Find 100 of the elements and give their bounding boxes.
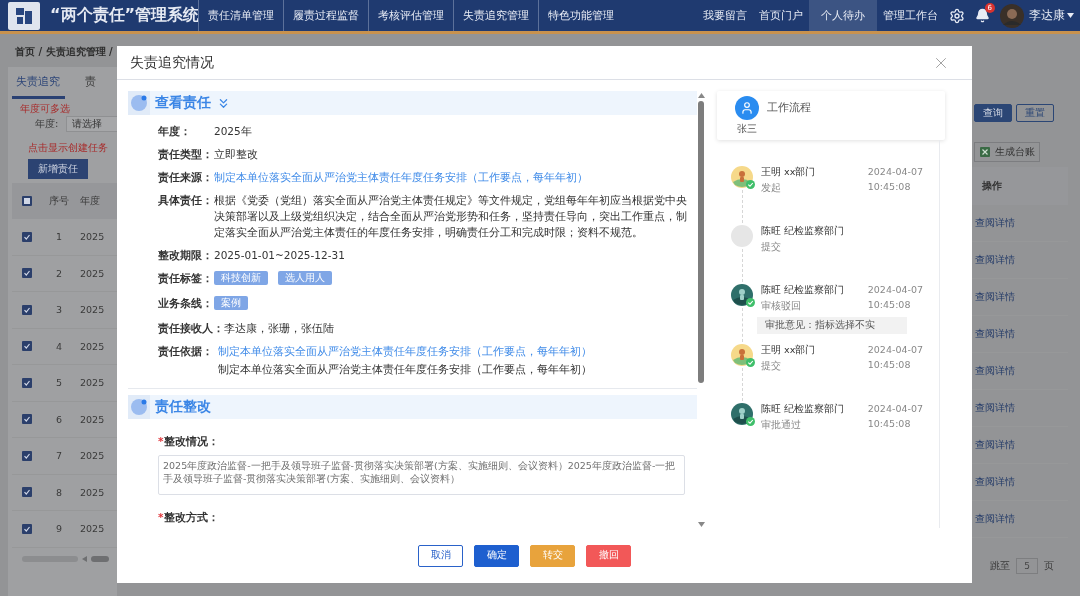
scroll-down-arrow-icon[interactable]	[697, 522, 705, 527]
step-action: 提交	[761, 241, 782, 254]
field-label: 整改期限：	[158, 248, 214, 263]
row-checkbox[interactable]	[22, 231, 32, 242]
user-menu[interactable]: 李达康	[1029, 0, 1080, 31]
nav-link[interactable]: 管理工作台	[877, 0, 944, 31]
nav-link[interactable]: 我要留言	[697, 0, 753, 31]
step-action: 审批通过	[761, 419, 802, 432]
view-details-link[interactable]: 查阅详情	[972, 438, 1015, 452]
field-label: 整改方式：	[163, 511, 219, 525]
row-checkbox[interactable]	[22, 268, 32, 279]
caret-icon	[1067, 13, 1074, 18]
nav-item[interactable]: 考核评估管理	[368, 0, 453, 31]
row-checkbox[interactable]	[22, 487, 32, 498]
page-input[interactable]: 5	[1016, 558, 1038, 574]
nav-item[interactable]: 失责追究管理	[453, 0, 538, 31]
view-details-link[interactable]: 查阅详情	[972, 253, 1015, 267]
step-action: 提交	[761, 360, 782, 373]
settings-icon[interactable]	[949, 7, 965, 24]
field-value: 根据《党委（党组）落实全面从严治党主体责任规定》等文件规定，党组每年年初应当根据党中央决策部署以及上级党组织决定，结合全面从严治党形势和任务，坚持责任导向，突出工作重点，制定落实全面从严治党主体责任的年度任务安排，明确责任分工和完成时限；资料不规范。	[214, 193, 687, 240]
basis-link[interactable]: 制定本单位落实全面从严治党主体责任年度任务安排（工作要点，每年年初）	[218, 343, 687, 359]
text-area-field[interactable]: 2025年度政治监督-一把手及领导班子监督-贯彻落实决策部署(方案、实施细则、会议资料）2025年度政治监督-一把手及领导班子监督-贯彻落实决策部署(方案、实施细则、会议资料）	[158, 455, 685, 495]
year-hint: 年度可多选	[20, 103, 71, 116]
section-icon	[130, 94, 148, 112]
source-link[interactable]: 制定本单位落实全面从严治党主体责任年度任务安排（工作要点，每年年初）	[214, 169, 687, 185]
step-name: 陈旺 纪检监察部门	[761, 403, 845, 416]
dialog-button[interactable]: 确定	[474, 544, 519, 567]
select-all-checkbox[interactable]	[22, 196, 32, 206]
nav-link[interactable]: 个人待办	[809, 0, 877, 31]
avatar-icon	[731, 344, 753, 366]
view-details-link[interactable]: 查阅详情	[972, 401, 1015, 415]
page-suffix: 页	[1044, 559, 1054, 573]
table-cell-text: 2025	[79, 267, 106, 279]
view-details-link[interactable]: 查阅详情	[972, 216, 1015, 230]
section-title: 责任整改	[155, 398, 211, 416]
row-checkbox[interactable]	[22, 523, 32, 534]
column-header: 序号	[48, 194, 70, 208]
table-cell-text: 1	[54, 231, 63, 243]
field-value: 制定本单位落实全面从严治党主体责任年度任务安排（工作要点，每年年初）	[218, 362, 593, 377]
review-comment: 审批意见：指标选择不实	[757, 317, 907, 334]
field-label: 责任标签：	[158, 271, 214, 286]
scroll-up-arrow-icon[interactable]	[697, 93, 705, 98]
scrollbar-thumb[interactable]	[91, 555, 109, 562]
nav-item[interactable]: 特色功能管理	[538, 0, 623, 31]
bell-icon[interactable]	[975, 8, 990, 23]
year-select[interactable]: 请选择	[66, 116, 117, 132]
user-icon	[735, 96, 759, 120]
view-details-link[interactable]: 查阅详情	[972, 512, 1015, 526]
field-label: 整改情况：	[163, 435, 219, 449]
column-header: 年度	[79, 194, 101, 208]
step-date: 2024-04-07	[867, 284, 923, 295]
step-name: 王明 xx部门	[761, 344, 816, 357]
table-cell-text: 4	[54, 340, 63, 352]
table-cell-text: 2025	[79, 486, 106, 498]
reset-button[interactable]: 重置	[1016, 104, 1054, 122]
table-cell-text: 7	[54, 450, 63, 462]
field-label: 责任来源：	[158, 170, 214, 185]
dialog-title: 失责追究情况	[130, 53, 214, 72]
field-label: 业务条线：	[158, 296, 214, 311]
table-cell-text: 2025	[79, 231, 106, 243]
tag: 案例	[214, 296, 248, 310]
table-cell-text: 5	[54, 377, 63, 389]
step-time: 10:45:08	[867, 181, 912, 192]
table-cell-text: 3	[54, 304, 63, 316]
workflow-title: 工作流程	[767, 101, 811, 115]
row-checkbox[interactable]	[22, 414, 32, 425]
table-cell-text: 8	[54, 486, 63, 498]
section-icon	[130, 398, 148, 416]
vertical-scrollbar[interactable]	[697, 91, 705, 527]
step-name: 王明 xx部门	[761, 166, 816, 179]
add-button[interactable]: 新增责任	[28, 159, 88, 179]
field-value: 2025-01-01~2025-12-31	[214, 248, 346, 263]
view-details-link[interactable]: 查阅详情	[972, 327, 1015, 341]
spreadsheet-icon	[979, 147, 990, 157]
row-checkbox[interactable]	[22, 450, 32, 461]
field-label: 具体责任：	[158, 193, 214, 208]
nav-item[interactable]: 责任清单管理	[198, 0, 283, 31]
row-checkbox[interactable]	[22, 377, 32, 388]
dialog-button[interactable]: 取消	[418, 544, 463, 567]
table-cell-text: 2	[54, 267, 63, 279]
nav-link[interactable]: 首页门户	[753, 0, 809, 31]
field-label: 责任类型：	[158, 147, 214, 162]
view-details-link[interactable]: 查阅详情	[972, 290, 1015, 304]
avatar-icon[interactable]	[1000, 3, 1024, 28]
table-cell-text: 2025	[79, 304, 106, 316]
table-cell-text: 6	[54, 413, 63, 425]
step-date: 2024-04-07	[867, 166, 923, 177]
avatar-icon	[731, 166, 753, 188]
tab[interactable]: 失责追究	[12, 67, 65, 99]
view-details-link[interactable]: 查阅详情	[972, 475, 1015, 489]
row-checkbox[interactable]	[22, 304, 32, 315]
nav-item[interactable]: 履责过程监督	[283, 0, 368, 31]
step-time: 10:45:08	[867, 359, 912, 370]
app-title: “两个责任”管理系统	[50, 4, 198, 26]
dialog-button[interactable]: 撤回	[586, 544, 631, 567]
search-button[interactable]: 查询	[974, 104, 1012, 122]
tab[interactable]: 责	[64, 67, 117, 99]
row-checkbox[interactable]	[22, 341, 32, 352]
ledger-button[interactable]: 生成台账	[974, 142, 1040, 162]
view-details-link[interactable]: 查阅详情	[972, 364, 1015, 378]
